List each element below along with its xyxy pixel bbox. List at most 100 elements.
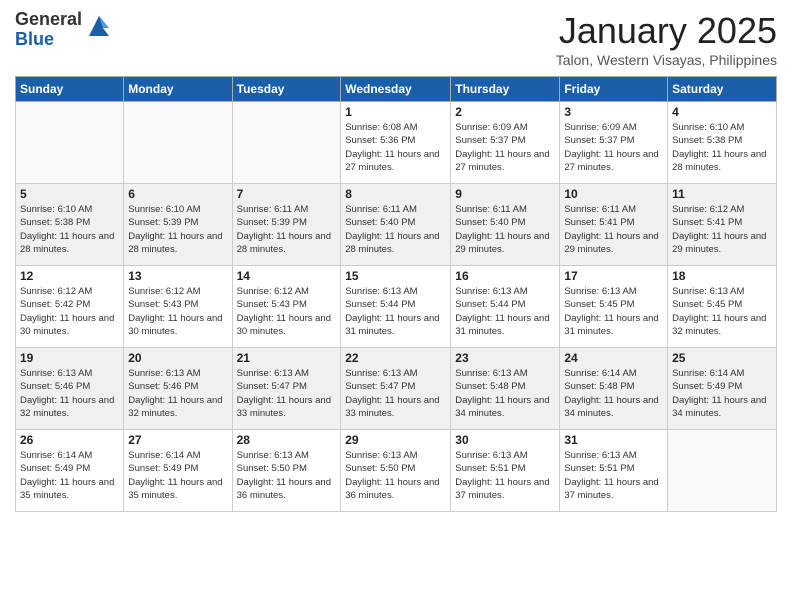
daylight-text: Daylight: 11 hours and 27 minutes. [455,148,555,175]
day-number: 9 [455,187,555,201]
calendar-week-row: 26Sunrise: 6:14 AMSunset: 5:49 PMDayligh… [16,430,777,512]
sunrise-text: Sunrise: 6:14 AM [564,367,663,380]
day-number: 3 [564,105,663,119]
sunrise-text: Sunrise: 6:13 AM [237,449,337,462]
sunrise-text: Sunrise: 6:13 AM [564,285,663,298]
daylight-text: Daylight: 11 hours and 31 minutes. [564,312,663,339]
day-info: Sunrise: 6:13 AMSunset: 5:46 PMDaylight:… [128,367,227,420]
header-tuesday: Tuesday [232,77,341,102]
day-number: 31 [564,433,663,447]
day-number: 15 [345,269,446,283]
daylight-text: Daylight: 11 hours and 37 minutes. [564,476,663,503]
sunrise-text: Sunrise: 6:12 AM [672,203,772,216]
table-row: 15 Sunrise: 6:13 AMSunset: 5:44 PMDayligh… [341,266,451,348]
day-number: 5 [20,187,119,201]
logo-icon [85,12,113,40]
day-number: 30 [455,433,555,447]
day-number: 4 [672,105,772,119]
calendar-week-row: 12Sunrise: 6:12 AMSunset: 5:42 PMDayligh… [16,266,777,348]
day-info: Sunrise: 6:13 AMSunset: 5:50 PMDaylight:… [345,449,446,502]
table-row: 12Sunrise: 6:12 AMSunset: 5:42 PMDayligh… [16,266,124,348]
table-row: 9 Sunrise: 6:11 AMSunset: 5:40 PMDaylight… [451,184,560,266]
day-info: Sunrise: 6:08 AMSunset: 5:36 PMDaylight:… [345,121,446,174]
day-info: Sunrise: 6:12 AMSunset: 5:42 PMDaylight:… [20,285,119,338]
sunset-text: Sunset: 5:46 PM [20,380,119,393]
day-number: 11 [672,187,772,201]
sunrise-text: Sunrise: 6:11 AM [455,203,555,216]
logo-general: General [15,9,82,29]
day-number: 27 [128,433,227,447]
sunset-text: Sunset: 5:45 PM [672,298,772,311]
day-info: Sunrise: 6:09 AMSunset: 5:37 PMDaylight:… [455,121,555,174]
day-number: 20 [128,351,227,365]
day-info: Sunrise: 6:13 AMSunset: 5:46 PMDaylight:… [20,367,119,420]
day-info: Sunrise: 6:09 AMSunset: 5:37 PMDaylight:… [564,121,663,174]
day-info: Sunrise: 6:10 AMSunset: 5:39 PMDaylight:… [128,203,227,256]
daylight-text: Daylight: 11 hours and 31 minutes. [345,312,446,339]
daylight-text: Daylight: 11 hours and 33 minutes. [237,394,337,421]
table-row: 4Sunrise: 6:10 AMSunset: 5:38 PMDaylight… [668,102,777,184]
header-wednesday: Wednesday [341,77,451,102]
daylight-text: Daylight: 11 hours and 34 minutes. [672,394,772,421]
day-number: 24 [564,351,663,365]
day-number: 16 [455,269,555,283]
sunrise-text: Sunrise: 6:11 AM [237,203,337,216]
sunset-text: Sunset: 5:48 PM [455,380,555,393]
table-row: 1Sunrise: 6:08 AMSunset: 5:36 PMDaylight… [341,102,451,184]
daylight-text: Daylight: 11 hours and 32 minutes. [20,394,119,421]
sunrise-text: Sunrise: 6:13 AM [455,367,555,380]
sunset-text: Sunset: 5:45 PM [564,298,663,311]
day-number: 8 [345,187,446,201]
sunset-text: Sunset: 5:50 PM [237,462,337,475]
sunset-text: Sunset: 5:47 PM [345,380,446,393]
table-row: 17 Sunrise: 6:13 AMSunset: 5:45 PMDayligh… [560,266,668,348]
daylight-text: Daylight: 11 hours and 29 minutes. [455,230,555,257]
day-number: 29 [345,433,446,447]
table-row: 10Sunrise: 6:11 AMSunset: 5:41 PMDayligh… [560,184,668,266]
table-row: 16 Sunrise: 6:13 AMSunset: 5:44 PMDayligh… [451,266,560,348]
day-info: Sunrise: 6:13 AMSunset: 5:44 PMDaylight:… [345,285,446,338]
day-info: Sunrise: 6:13 AMSunset: 5:45 PMDaylight:… [564,285,663,338]
day-info: Sunrise: 6:11 AMSunset: 5:40 PMDaylight:… [345,203,446,256]
sunset-text: Sunset: 5:42 PM [20,298,119,311]
daylight-text: Daylight: 11 hours and 32 minutes. [672,312,772,339]
day-info: Sunrise: 6:13 AMSunset: 5:44 PMDaylight:… [455,285,555,338]
day-number: 28 [237,433,337,447]
daylight-text: Daylight: 11 hours and 30 minutes. [20,312,119,339]
table-row [16,102,124,184]
day-number: 7 [237,187,337,201]
day-info: Sunrise: 6:12 AMSunset: 5:41 PMDaylight:… [672,203,772,256]
sunrise-text: Sunrise: 6:12 AM [20,285,119,298]
sunrise-text: Sunrise: 6:09 AM [564,121,663,134]
day-info: Sunrise: 6:11 AMSunset: 5:40 PMDaylight:… [455,203,555,256]
sunrise-text: Sunrise: 6:10 AM [128,203,227,216]
sunrise-text: Sunrise: 6:13 AM [345,367,446,380]
logo-blue: Blue [15,29,54,49]
sunset-text: Sunset: 5:37 PM [564,134,663,147]
daylight-text: Daylight: 11 hours and 27 minutes. [564,148,663,175]
sunset-text: Sunset: 5:50 PM [345,462,446,475]
daylight-text: Daylight: 11 hours and 34 minutes. [564,394,663,421]
daylight-text: Daylight: 11 hours and 37 minutes. [455,476,555,503]
table-row: 2Sunrise: 6:09 AMSunset: 5:37 PMDaylight… [451,102,560,184]
table-row: 8 Sunrise: 6:11 AMSunset: 5:40 PMDaylight… [341,184,451,266]
daylight-text: Daylight: 11 hours and 28 minutes. [20,230,119,257]
day-number: 17 [564,269,663,283]
sunset-text: Sunset: 5:38 PM [672,134,772,147]
daylight-text: Daylight: 11 hours and 34 minutes. [455,394,555,421]
sunset-text: Sunset: 5:37 PM [455,134,555,147]
daylight-text: Daylight: 11 hours and 28 minutes. [128,230,227,257]
table-row [232,102,341,184]
logo-text: General Blue [15,10,113,50]
sunrise-text: Sunrise: 6:13 AM [672,285,772,298]
day-number: 19 [20,351,119,365]
calendar-week-row: 5Sunrise: 6:10 AMSunset: 5:38 PMDaylight… [16,184,777,266]
table-row: 6Sunrise: 6:10 AMSunset: 5:39 PMDaylight… [124,184,232,266]
table-row: 11 Sunrise: 6:12 AMSunset: 5:41 PMDayligh… [668,184,777,266]
sunset-text: Sunset: 5:41 PM [564,216,663,229]
sunset-text: Sunset: 5:48 PM [564,380,663,393]
location-title: Talon, Western Visayas, Philippines [556,52,777,68]
daylight-text: Daylight: 11 hours and 28 minutes. [345,230,446,257]
day-number: 21 [237,351,337,365]
daylight-text: Daylight: 11 hours and 27 minutes. [345,148,446,175]
